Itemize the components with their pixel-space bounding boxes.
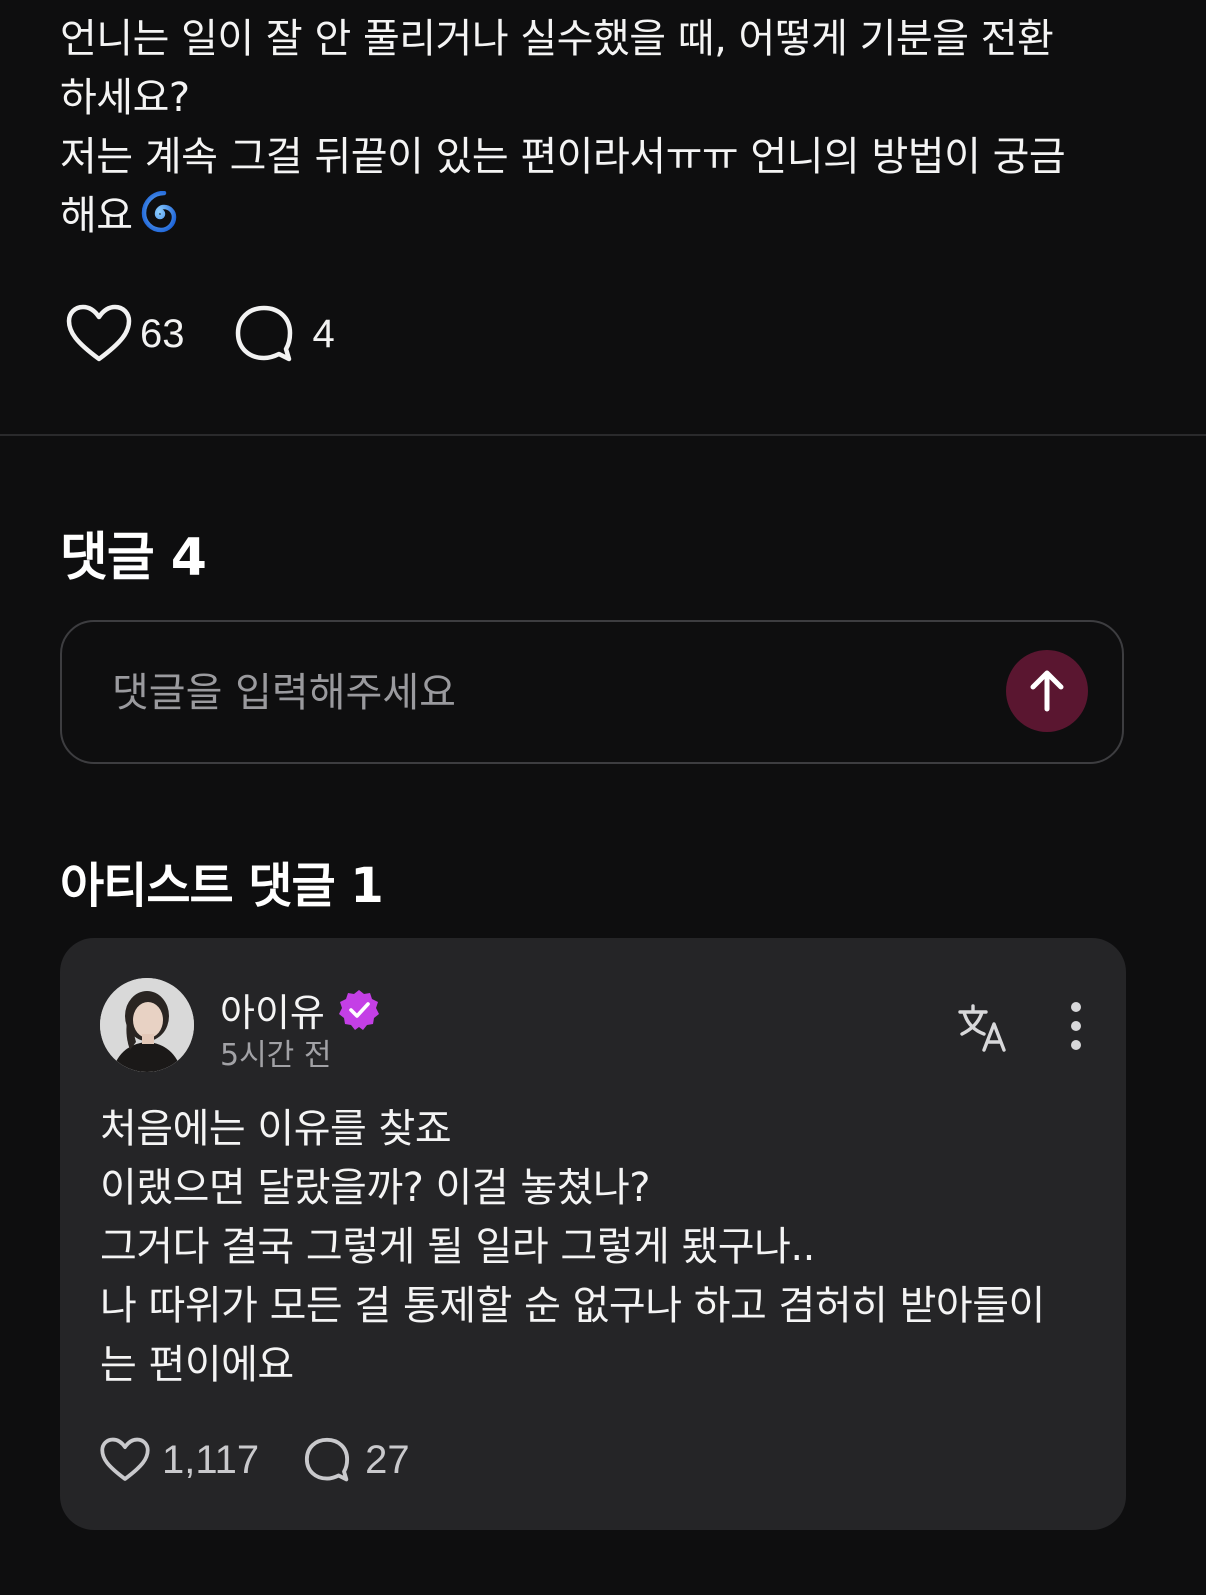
comment-line: 처음에는 이유를 찾죠 — [100, 1106, 452, 1152]
more-options-button[interactable] — [1058, 1000, 1094, 1054]
comment-like-count: 1,117 — [162, 1437, 260, 1482]
author-name[interactable]: 아이유 — [220, 982, 325, 1037]
post-line: 저는 계속 그걸 뒤끝이 있는 편이라서ㅠㅠ 언니의 방법이 궁금 — [60, 134, 1066, 180]
comment-actions: 1,117 27 — [100, 1430, 410, 1490]
speech-bubble-icon — [305, 1437, 350, 1482]
comment-input-box — [60, 620, 1124, 764]
comment-like-button[interactable]: 1,117 — [100, 1437, 259, 1483]
heart-icon — [100, 1437, 150, 1481]
artist-comments-title: 아티스트 댓글 1 — [60, 858, 384, 914]
translate-icon — [958, 1004, 1006, 1052]
cyclone-emoji-icon — [137, 190, 183, 237]
post-line: 해요 — [60, 193, 133, 239]
avatar[interactable] — [100, 978, 194, 1072]
speech-bubble-icon — [235, 305, 292, 362]
like-button[interactable]: 63 — [66, 304, 185, 364]
comment-line: 이랬으면 달랐을까? 이걸 놓쳤나? — [100, 1165, 651, 1211]
author-name-row: 아이유 — [220, 982, 381, 1037]
post-body: 언니는 일이 잘 안 풀리거나 실수했을 때, 어떻게 기분을 전환 하세요? … — [60, 10, 1150, 246]
post-actions: 63 4 — [66, 302, 335, 366]
post-line-last: 해요 — [60, 187, 1150, 246]
post-line: 하세요? — [60, 75, 190, 121]
arrow-up-icon — [1030, 670, 1064, 712]
more-vertical-icon — [1071, 1002, 1081, 1050]
like-count: 63 — [140, 311, 185, 356]
section-divider — [0, 434, 1206, 436]
comment-body: 처음에는 이유를 찾죠 이랬으면 달랐을까? 이걸 놓쳤나? 그거다 결국 그렇… — [100, 1100, 1100, 1395]
post-line: 언니는 일이 잘 안 풀리거나 실수했을 때, 어떻게 기분을 전환 — [60, 16, 1054, 62]
heart-icon — [66, 304, 132, 362]
comment-reply-button[interactable]: 27 — [303, 1436, 410, 1484]
artist-comment-card: 아이유 5시간 전 처음에는 이유를 찾죠 이랬으면 달랐을까? 이걸 놓쳤나?… — [60, 938, 1126, 1530]
comment-input[interactable] — [110, 660, 974, 726]
comment-count: 4 — [312, 311, 335, 356]
comment-line: 나 따위가 모든 걸 통제할 순 없구나 하고 겸허히 받아들이 — [100, 1283, 1045, 1329]
verified-badge-icon — [338, 989, 379, 1030]
comment-line: 그거다 결국 그렇게 될 일라 그렇게 됐구나.. — [100, 1224, 815, 1270]
comment-reply-count: 27 — [365, 1437, 410, 1482]
send-button[interactable] — [1006, 650, 1088, 732]
comments-title: 댓글 4 — [60, 528, 207, 588]
comment-line: 는 편이에요 — [100, 1342, 294, 1388]
comment-button[interactable]: 4 — [233, 303, 335, 365]
comment-timestamp: 5시간 전 — [220, 1038, 332, 1073]
translate-button[interactable] — [956, 1000, 1010, 1054]
